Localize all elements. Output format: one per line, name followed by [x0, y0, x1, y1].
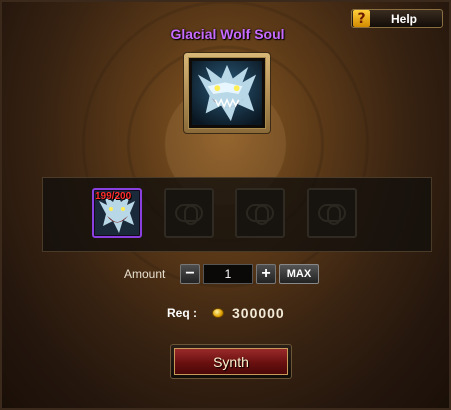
- synth-button[interactable]: Synth: [170, 344, 292, 379]
- synth-label: Synth: [213, 353, 249, 370]
- amount-row: Amount − + MAX: [124, 264, 319, 284]
- empty-slot-icon: [318, 204, 346, 225]
- increase-amount-button[interactable]: +: [256, 264, 276, 284]
- material-slot[interactable]: 199/200: [92, 188, 142, 238]
- synthesis-panel: ? Help Glacial Wolf Soul 199/200 Amount …: [0, 0, 451, 410]
- question-icon: ?: [353, 10, 370, 27]
- requirement-row: Req : 300000: [167, 305, 285, 321]
- gold-coin-icon: [212, 308, 224, 318]
- max-amount-button[interactable]: MAX: [279, 264, 319, 284]
- empty-slot-icon: [246, 204, 274, 225]
- requirement-value: 300000: [232, 305, 285, 321]
- material-slot[interactable]: [307, 188, 357, 238]
- requirement-label: Req :: [167, 306, 197, 320]
- target-item-name: Glacial Wolf Soul: [170, 26, 285, 42]
- help-label: Help: [390, 11, 417, 26]
- material-slot[interactable]: [164, 188, 214, 238]
- material-slot[interactable]: [235, 188, 285, 238]
- target-item-slot[interactable]: [183, 52, 271, 134]
- amount-input[interactable]: [203, 264, 253, 284]
- empty-slot-icon: [175, 204, 203, 225]
- wolf-portrait-icon: [192, 61, 262, 125]
- material-count: 199/200: [95, 191, 132, 202]
- material-slots-panel: 199/200: [42, 177, 432, 252]
- decrease-amount-button[interactable]: −: [180, 264, 200, 284]
- amount-label: Amount: [124, 267, 166, 281]
